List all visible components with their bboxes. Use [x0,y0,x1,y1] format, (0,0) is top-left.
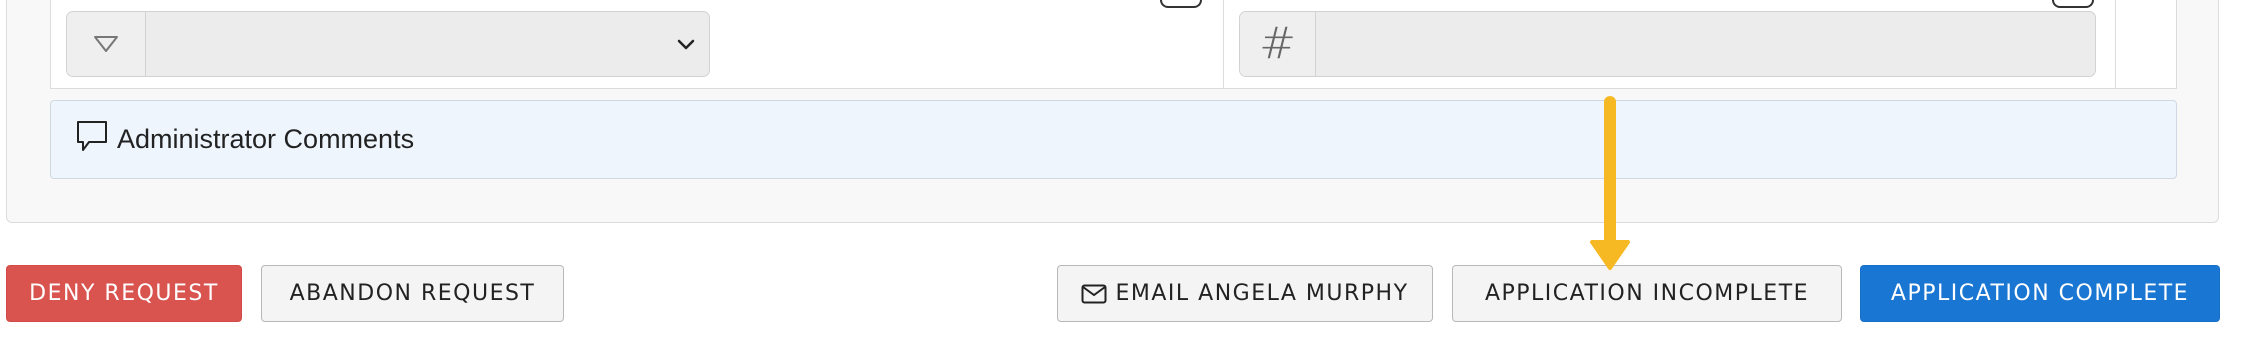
deny-request-button[interactable]: DENY REQUEST [6,265,242,322]
column-divider [1223,0,1224,89]
administrator-comments-section[interactable]: Administrator Comments [50,100,2177,179]
hash-icon: # [1259,18,1296,69]
annotation-arrow [1590,96,1630,270]
envelope-icon [1081,284,1107,303]
application-complete-button[interactable]: APPLICATION COMPLETE [1860,265,2220,322]
abandon-request-button[interactable]: ABANDON REQUEST [261,265,564,322]
number-input-field[interactable]: # [1239,11,2096,77]
email-button-label: EMAIL ANGELA MURPHY [1115,281,1409,306]
number-addon: # [1240,12,1316,76]
filter-addon [67,12,146,76]
edit-icon[interactable] [2052,0,2094,8]
edit-icon[interactable] [1160,0,1202,8]
administrator-comments-title: Administrator Comments [117,124,415,154]
filter-select-field[interactable] [66,11,710,77]
chevron-down-icon[interactable] [677,39,695,51]
comment-icon [77,121,107,151]
column-divider [2115,0,2116,89]
application-incomplete-button[interactable]: APPLICATION INCOMPLETE [1452,265,1842,322]
filter-icon [94,36,118,52]
email-applicant-button[interactable]: EMAIL ANGELA MURPHY [1057,265,1433,322]
